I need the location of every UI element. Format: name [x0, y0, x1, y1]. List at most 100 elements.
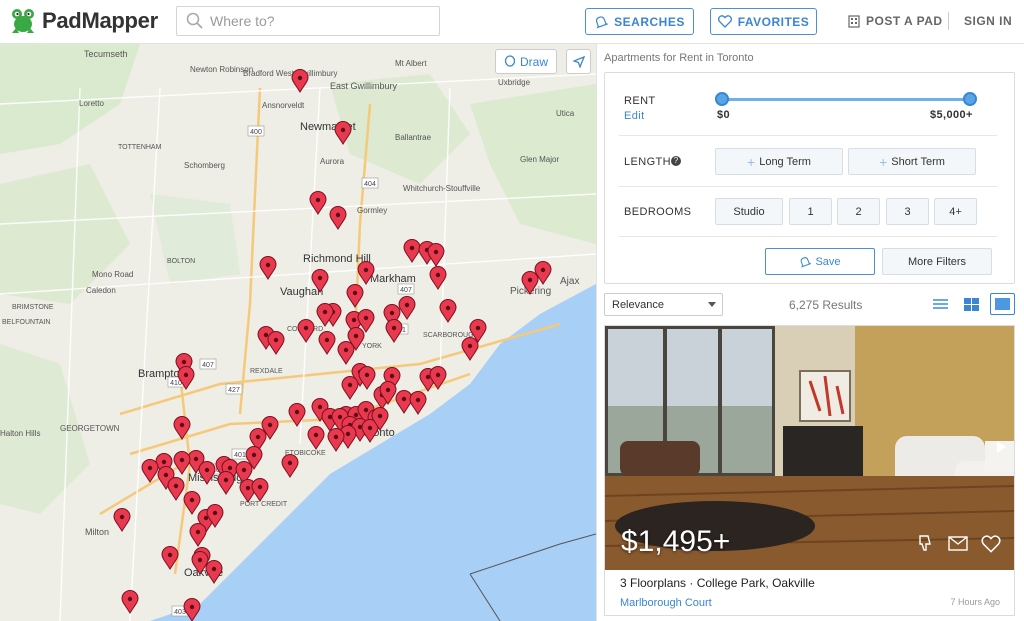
more-filters-button[interactable]: More Filters: [882, 248, 992, 275]
favorites-button[interactable]: FAVORITES: [710, 8, 817, 35]
svg-text:407: 407: [400, 287, 412, 294]
location-search-box[interactable]: [176, 6, 440, 36]
searches-button[interactable]: SEARCHES: [585, 8, 694, 35]
bedroom-3-button[interactable]: 3: [886, 198, 929, 225]
heart-icon[interactable]: [981, 535, 1001, 553]
bedroom-1-button[interactable]: 1: [789, 198, 832, 225]
highway-shield: 407: [199, 358, 217, 370]
map-place-label: YORK: [362, 343, 382, 350]
plus-icon: +: [747, 153, 756, 170]
navigation-arrow-icon: [572, 55, 585, 68]
long-term-button[interactable]: + Long Term: [715, 148, 843, 175]
map-place-label: Bradford West Gwillimbury: [243, 69, 338, 78]
listing-manager-link[interactable]: Marlborough Court: [620, 597, 712, 609]
header-divider: [948, 12, 949, 30]
listing-posted-time: 7 Hours Ago: [950, 597, 1000, 607]
map-place-label: BOLTON: [167, 258, 195, 265]
save-search-button[interactable]: Save: [765, 248, 875, 275]
map-place-label: East Gwillimbury: [330, 81, 398, 91]
short-term-label: Short Term: [891, 155, 945, 168]
draw-button[interactable]: Draw: [495, 49, 557, 74]
map-place-label: Ballantrae: [395, 133, 432, 142]
help-icon[interactable]: ?: [671, 156, 681, 166]
map-place-label: PORT CREDIT: [240, 501, 288, 508]
listing-card[interactable]: $1,495+ 3 Floorplans · College Park, Oak…: [604, 325, 1015, 616]
filter-divider: [619, 186, 997, 187]
map-canvas[interactable]: TecumsethNewton RobinsonBradford West Gw…: [0, 44, 596, 621]
brand-logo[interactable]: PadMapper: [10, 7, 158, 35]
highway-shield: 407: [397, 283, 415, 295]
search-icon: [186, 12, 203, 29]
bedroom-2-button[interactable]: 2: [837, 198, 880, 225]
map-place-label: Caledon: [86, 286, 116, 295]
bell-icon: [801, 256, 812, 268]
rent-min-value: $0: [717, 109, 731, 121]
plus-icon: +: [879, 153, 888, 170]
next-photo-arrow-icon[interactable]: [997, 441, 1006, 453]
list-view-icon[interactable]: [933, 297, 948, 311]
filters-box: RENT Edit $0 $5,000+ LENGTH ? + Long Ter…: [604, 72, 1015, 284]
map-place-label: Tecumseth: [84, 49, 128, 59]
sort-select[interactable]: Relevance: [604, 293, 723, 316]
map-place-label: TOTTENHAM: [118, 144, 162, 151]
map-place-label: Gormley: [357, 206, 387, 215]
search-input[interactable]: [210, 13, 430, 29]
locate-me-button[interactable]: [566, 49, 591, 74]
map-place-label: Ansnorveldt: [262, 101, 305, 110]
building-icon: [848, 14, 860, 28]
caret-down-icon: [708, 302, 716, 307]
map-place-label: Glen Major: [520, 155, 559, 164]
svg-text:401: 401: [234, 452, 246, 459]
highway-shield: 404: [361, 177, 379, 189]
bedrooms-label: BEDROOMS: [624, 206, 692, 218]
envelope-icon[interactable]: [948, 536, 968, 552]
highway-shield: 400: [247, 125, 265, 137]
favorites-label: FAVORITES: [737, 14, 810, 29]
bell-icon: [596, 15, 609, 29]
map-place-label: BELFOUNTAIN: [2, 319, 51, 326]
brand-name: PadMapper: [42, 8, 158, 33]
highway-shield: 427: [225, 383, 243, 395]
map-view[interactable]: Tecumseth Newton Robinson Bradford West Gw…: [0, 44, 596, 621]
sign-in-link[interactable]: SIGN IN: [964, 14, 1012, 28]
map-place-label: REXDALE: [250, 368, 283, 375]
bedroom-4plus-button[interactable]: 4+: [934, 198, 977, 225]
svg-text:404: 404: [364, 181, 376, 188]
page-title: Apartments for Rent in Toronto: [604, 52, 754, 64]
map-place-label: BRIMSTONE: [12, 304, 54, 311]
draw-label: Draw: [519, 54, 548, 69]
rent-slider-track[interactable]: [721, 98, 971, 101]
filter-divider: [619, 135, 997, 136]
map-place-label: Loretto: [79, 99, 104, 108]
svg-text:400: 400: [250, 129, 262, 136]
top-navigation-bar: PadMapper SEARCHES FAVORITES POST A PAD …: [0, 0, 1024, 44]
long-term-label: Long Term: [759, 155, 811, 168]
listing-title[interactable]: 3 Floorplans · College Park, Oakville: [620, 576, 815, 590]
sign-in-label: SIGN IN: [964, 14, 1013, 28]
filter-divider: [619, 236, 997, 237]
svg-text:403: 403: [174, 609, 186, 616]
map-place-label: Markham: [370, 273, 416, 285]
post-a-pad-link[interactable]: POST A PAD: [848, 14, 943, 28]
listing-photo[interactable]: $1,495+: [605, 326, 1014, 570]
bedroom-studio-button[interactable]: Studio: [715, 198, 783, 225]
rent-slider-min-handle[interactable]: [715, 92, 729, 106]
lasso-icon: [504, 54, 516, 67]
map-place-label: Ajax: [560, 276, 579, 287]
thumbs-down-icon[interactable]: [917, 534, 935, 552]
frog-logo-icon: [12, 9, 34, 33]
card-view-icon[interactable]: [990, 293, 1015, 315]
map-place-label: Schomberg: [184, 161, 225, 170]
rent-max-value: $5,000+: [930, 109, 973, 121]
short-term-button[interactable]: + Short Term: [848, 148, 976, 175]
grid-view-icon[interactable]: [964, 298, 979, 311]
sort-selected-value: Relevance: [612, 298, 664, 311]
rent-edit-link[interactable]: Edit: [624, 110, 645, 122]
heart-icon: [717, 15, 732, 28]
rent-label: RENT: [624, 95, 656, 107]
listing-price: $1,495+: [621, 525, 731, 558]
map-place-label: Halton Hills: [0, 429, 40, 438]
length-label: LENGTH: [624, 156, 672, 168]
rent-slider-max-handle[interactable]: [963, 92, 977, 106]
map-place-label: Mt Albert: [395, 59, 427, 68]
